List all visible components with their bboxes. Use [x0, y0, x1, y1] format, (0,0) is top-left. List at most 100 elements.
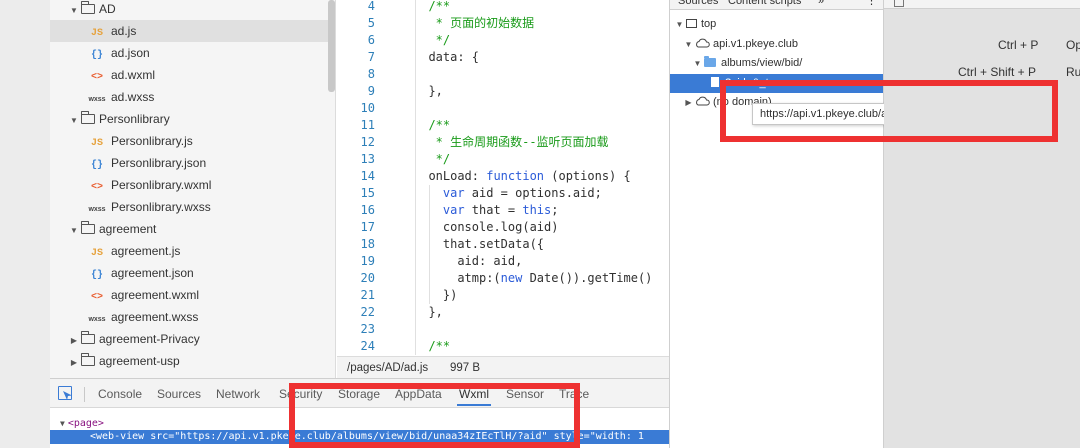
caret-right-icon[interactable]: ▶: [684, 93, 693, 112]
code-line[interactable]: 14 onLoad: function (options) {: [337, 168, 669, 185]
line-number: 8: [367, 67, 375, 81]
code-keyword: function: [486, 169, 545, 183]
tree-file[interactable]: <> Personlibrary.wxml: [50, 174, 335, 196]
code-line[interactable]: 4 /**: [337, 0, 669, 15]
code-keyword: new: [500, 271, 523, 285]
code-comment: /**: [428, 118, 451, 132]
code-line[interactable]: 7 data: {: [337, 49, 669, 66]
left-gutter: [0, 0, 50, 448]
code-line[interactable]: 9},: [337, 83, 669, 100]
caret-down-icon[interactable]: ▼: [693, 54, 702, 73]
tree-folder[interactable]: ▶ agreement-Privacy: [50, 328, 335, 352]
highlight-box-webview: [289, 383, 580, 448]
tab-sources[interactable]: Sources: [678, 0, 718, 8]
code-token: },: [428, 305, 443, 319]
tree-item-label: Personlibrary.wxml: [111, 178, 212, 192]
command-menu-area: Ctrl + P Op Ctrl + Shift + P Ru: [884, 0, 1080, 448]
caret-down-icon[interactable]: ▼: [69, 220, 79, 242]
code-line[interactable]: 15 var aid = options.aid;: [337, 185, 669, 202]
dock-icon[interactable]: [894, 0, 904, 7]
menu-item-label[interactable]: Op: [1066, 38, 1080, 52]
source-tree-item[interactable]: ▼ albums/view/bid/: [670, 54, 883, 73]
source-tree-item[interactable]: ▼ api.v1.pkeye.club: [670, 35, 883, 54]
file-size: 997 B: [450, 362, 481, 374]
code-line[interactable]: 18 that.setData({: [337, 236, 669, 253]
code-line[interactable]: 11 /**: [337, 117, 669, 134]
tree-folder[interactable]: ▼ AD: [50, 0, 335, 22]
tree-file[interactable]: {} agreement.json: [50, 262, 335, 284]
tree-item-label: ad.wxss: [111, 90, 155, 104]
tree-folder[interactable]: ▶ agreement-usp: [50, 350, 335, 374]
code-line[interactable]: 10: [337, 100, 669, 117]
tree-file[interactable]: wxss Personlibrary.wxss: [50, 196, 335, 218]
line-number: 13: [360, 152, 375, 166]
code-line[interactable]: 16 var that = this;: [337, 202, 669, 219]
code-line[interactable]: 19 aid: aid,: [337, 253, 669, 270]
source-item-label: albums/view/bid/: [721, 57, 803, 69]
code-line[interactable]: 22},: [337, 304, 669, 321]
code-editor[interactable]: 4/** 5 * 页面的初始数据 6 */7 data: {8 9}, 10 11/** 12…: [337, 0, 669, 356]
menu-shortcut: Ctrl + P: [998, 38, 1039, 52]
tree-folder[interactable]: ▼ Personlibrary: [50, 108, 335, 132]
folder-icon: [81, 221, 95, 234]
sources-panel: Sources Content scripts » ⋮ ▼ top ▼ api.v1.pke…: [669, 0, 884, 448]
source-tree-item[interactable]: ▼ top: [670, 15, 883, 34]
line-number: 9: [367, 84, 375, 98]
line-number: 22: [360, 305, 375, 319]
sources-tab-bar: Sources Content scripts » ⋮: [670, 0, 883, 10]
caret-down-icon[interactable]: ▼: [69, 0, 79, 22]
code-comment: /**: [428, 0, 451, 13]
tree-file[interactable]: wxss ad.wxss: [50, 86, 335, 108]
tab-content-scripts[interactable]: Content scripts: [728, 0, 801, 8]
tree-file[interactable]: wxss agreement.wxss: [50, 306, 335, 328]
tree-file[interactable]: {} Personlibrary.json: [50, 152, 335, 174]
line-number: 4: [367, 0, 375, 13]
code-line[interactable]: 12 * 生命周期函数--监听页面加载: [337, 134, 669, 151]
code-comment: */: [428, 152, 451, 166]
tree-file[interactable]: <> ad.wxml: [50, 64, 335, 86]
caret-down-icon[interactable]: ▼: [684, 35, 693, 54]
dom-node-page[interactable]: ▼ <page>: [60, 418, 104, 429]
code-text: var that = this;: [443, 202, 559, 219]
code-line[interactable]: 8: [337, 66, 669, 83]
code-comment: * 生命周期函数--监听页面加载: [428, 135, 609, 149]
tree-item-label: Personlibrary: [99, 112, 170, 126]
tree-file[interactable]: <> agreement.wxml: [50, 284, 335, 306]
code-token: atmp:(: [457, 271, 501, 285]
caret-down-icon[interactable]: ▼: [675, 15, 684, 34]
code-line[interactable]: 21}): [337, 287, 669, 304]
menu-item-label[interactable]: Ru: [1066, 65, 1080, 79]
line-number: 5: [367, 16, 375, 30]
caret-right-icon[interactable]: ▶: [69, 330, 79, 352]
code-line[interactable]: 6 */: [337, 32, 669, 49]
code-text: var aid = options.aid;: [443, 185, 602, 202]
code-line[interactable]: 5 * 页面的初始数据: [337, 15, 669, 32]
file-tree-scrollbar[interactable]: [328, 0, 335, 92]
collapse-triangle-icon[interactable]: ▼: [60, 419, 65, 428]
tree-item-label: ad.wxml: [111, 68, 156, 82]
tree-file[interactable]: {} ad.json: [50, 42, 335, 64]
tree-file[interactable]: JS agreement.js: [50, 240, 335, 262]
more-tabs-icon[interactable]: »: [818, 0, 824, 8]
tree-file[interactable]: JS ad.js: [50, 20, 335, 42]
tree-file[interactable]: JS Personlibrary.js: [50, 130, 335, 152]
code-line[interactable]: 13 */: [337, 151, 669, 168]
inspect-element-icon[interactable]: [58, 386, 72, 400]
highlight-box-sources: [720, 80, 1058, 142]
code-text: */: [428, 32, 450, 49]
code-line[interactable]: 20 atmp:(new Date()).getTime(): [337, 270, 669, 287]
menu-icon[interactable]: ⋮: [866, 0, 877, 8]
tab-network[interactable]: Network: [216, 379, 260, 409]
code-line[interactable]: 23: [337, 321, 669, 338]
line-number: 7: [367, 50, 375, 64]
code-line[interactable]: 24 /**: [337, 338, 669, 355]
code-comment: */: [428, 33, 451, 47]
line-number: 15: [360, 186, 375, 200]
code-line[interactable]: 17 console.log(aid): [337, 219, 669, 236]
code-token: aid: aid,: [457, 254, 523, 268]
caret-down-icon[interactable]: ▼: [69, 110, 79, 132]
caret-right-icon[interactable]: ▶: [69, 352, 79, 374]
tab-sources[interactable]: Sources: [157, 379, 201, 409]
tree-folder[interactable]: ▼ agreement: [50, 218, 335, 242]
tab-console[interactable]: Console: [98, 379, 142, 409]
